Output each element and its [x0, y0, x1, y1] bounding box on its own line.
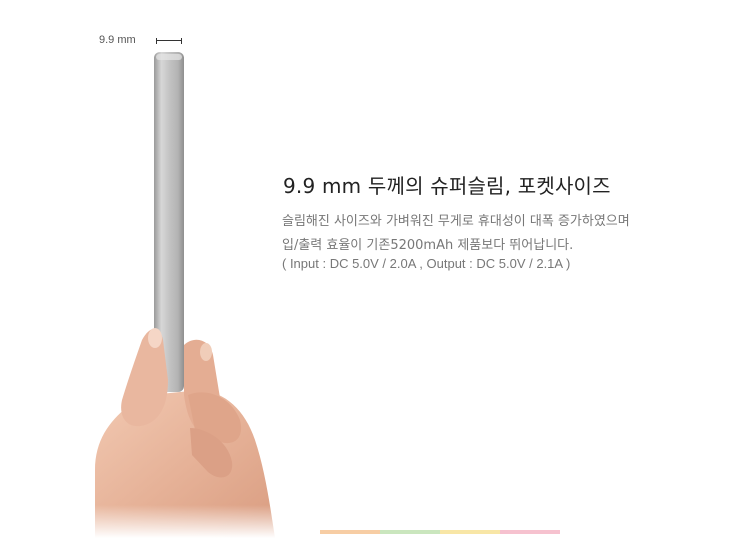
description-line-2: 입/출력 효율이 기존5200mAh 제품보다 뛰어납니다. — [282, 238, 574, 253]
thickness-label: 9.9 mm — [99, 34, 136, 46]
bottom-accent-strip — [320, 530, 560, 534]
hand-shape — [0, 328, 750, 538]
headline: 9.9 mm 두께의 슈퍼슬림, 포켓사이즈 — [283, 174, 611, 198]
thickness-dimension-marker — [156, 38, 182, 44]
spec-line: ( Input : DC 5.0V / 2.0A , Output : DC 5… — [282, 256, 571, 271]
description-line-1: 슬림해진 사이즈와 가벼워진 무게로 휴대성이 대폭 증가하였으며 — [282, 214, 630, 229]
product-canvas: 9.9 mm 9.9 mm 두께의 슈퍼슬림, 포켓사이즈 슬림해진 사이즈와 … — [0, 0, 750, 538]
